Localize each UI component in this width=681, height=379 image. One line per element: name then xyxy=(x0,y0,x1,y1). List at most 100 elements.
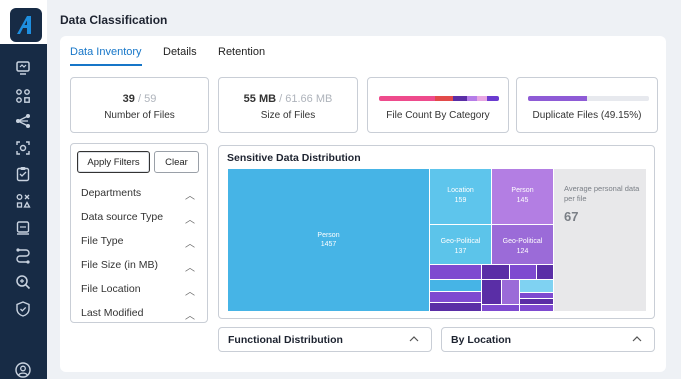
stat-card-duplicates[interactable]: Duplicate Files (49.15%) xyxy=(516,77,658,133)
category-bar-segment xyxy=(487,96,499,101)
filter-file-type[interactable]: File Type ︿ xyxy=(81,235,199,250)
treemap-cell-small[interactable] xyxy=(520,280,553,292)
duplicates-bar xyxy=(528,96,649,101)
chevron-up-icon: ︿ xyxy=(185,311,195,322)
treemap-cell-small[interactable] xyxy=(482,265,509,279)
filter-label: Departments xyxy=(81,187,142,199)
chevron-up-icon: ︿ xyxy=(185,263,195,274)
filter-label: Last Modified xyxy=(81,307,144,319)
dropdown-label: Functional Distribution xyxy=(228,334,343,346)
sidebar xyxy=(0,0,47,379)
treemap-cell-person[interactable]: Person 1457 xyxy=(228,169,429,311)
treemap-cell-geo-political[interactable]: Geo-Political 137 xyxy=(430,225,491,264)
cell-name: Person xyxy=(511,187,534,194)
cell-value: 159 xyxy=(454,197,467,204)
chevron-up-icon xyxy=(409,336,419,342)
treemap-cell-small[interactable] xyxy=(502,280,519,304)
filter-label: File Location xyxy=(81,283,141,295)
size-label: Size of Files xyxy=(260,110,316,121)
cell-value: 124 xyxy=(516,248,529,255)
page-title: Data Classification xyxy=(60,13,168,27)
clear-button[interactable]: Clear xyxy=(154,151,199,173)
functional-distribution-dropdown[interactable]: Functional Distribution xyxy=(218,327,432,352)
treemap-cell-small[interactable] xyxy=(430,265,481,279)
treemap-cell-small[interactable] xyxy=(537,265,553,279)
treemap-cell-small[interactable] xyxy=(482,305,519,311)
storage-icon[interactable] xyxy=(13,218,33,238)
cell-value: 137 xyxy=(454,248,467,255)
files-total: / 59 xyxy=(137,93,157,105)
cell-value: 1457 xyxy=(320,241,337,248)
treemap-cell-geo-political-2[interactable]: Geo-Political 124 xyxy=(492,225,553,264)
chevron-up-icon: ︿ xyxy=(185,215,195,226)
chevron-up-icon xyxy=(632,336,642,342)
classify-icon[interactable] xyxy=(13,191,33,211)
chevron-up-icon: ︿ xyxy=(185,287,195,298)
chevron-up-icon: ︿ xyxy=(185,191,195,202)
files-label: Number of Files xyxy=(104,110,175,121)
dropdown-label: By Location xyxy=(451,334,512,346)
tab-details[interactable]: Details xyxy=(163,46,197,58)
average-label: Average personal data per file xyxy=(564,184,640,203)
size-value: 55 MB xyxy=(243,93,277,105)
treemap-cell-small[interactable] xyxy=(520,293,553,298)
flow-icon[interactable] xyxy=(13,245,33,265)
cell-name: Person xyxy=(317,232,340,239)
tab-data-inventory[interactable]: Data Inventory xyxy=(70,46,142,58)
category-bar-segment xyxy=(379,96,401,101)
category-label: File Count By Category xyxy=(386,110,490,121)
shield-icon[interactable] xyxy=(13,299,33,319)
treemap-cell-person-2[interactable]: Person 145 xyxy=(492,169,553,224)
active-tab-indicator xyxy=(70,64,142,66)
search-icon[interactable] xyxy=(13,272,33,292)
category-bar-segment xyxy=(435,96,453,101)
cell-name: Geo-Political xyxy=(440,238,481,245)
treemap-cell-small[interactable] xyxy=(510,265,536,279)
logo-icon[interactable] xyxy=(10,8,42,42)
cell-name: Location xyxy=(447,187,474,194)
sensitive-data-title: Sensitive Data Distribution xyxy=(227,152,361,164)
category-bar-segment xyxy=(401,96,419,101)
treemap-cell-small[interactable] xyxy=(430,292,481,302)
duplicates-bar-track xyxy=(587,96,649,101)
filter-file-size[interactable]: File Size (in MB) ︿ xyxy=(81,259,199,274)
size-count: 55 MB / 61.66 MB xyxy=(219,93,357,105)
treemap-cell-small[interactable] xyxy=(482,280,501,304)
category-bar xyxy=(379,96,499,101)
stat-card-files[interactable]: 39 / 59 Number of Files xyxy=(70,77,209,133)
dashboard-icon[interactable] xyxy=(13,58,33,78)
stat-card-size[interactable]: 55 MB / 61.66 MB Size of Files xyxy=(218,77,358,133)
filter-panel: Apply Filters Clear Departments ︿ Data so… xyxy=(70,143,208,323)
user-icon[interactable] xyxy=(13,360,33,379)
by-location-dropdown[interactable]: By Location xyxy=(441,327,655,352)
apps-icon[interactable] xyxy=(13,86,33,106)
treemap-cell-small[interactable] xyxy=(430,303,481,311)
clipboard-icon[interactable] xyxy=(13,164,33,184)
cell-value: 145 xyxy=(516,197,529,204)
average-value: 67 xyxy=(564,209,579,224)
filter-file-location[interactable]: File Location ︿ xyxy=(81,283,199,298)
stat-card-category[interactable]: File Count By Category xyxy=(367,77,509,133)
chevron-up-icon: ︿ xyxy=(185,239,195,250)
treemap-cell-small[interactable] xyxy=(430,280,481,291)
files-value: 39 xyxy=(122,93,135,105)
treemap-cell-small[interactable] xyxy=(520,305,553,311)
treemap-cell-small[interactable] xyxy=(520,299,553,304)
filter-label: File Size (in MB) xyxy=(81,259,159,271)
category-bar-segment xyxy=(419,96,435,101)
duplicates-label: Duplicate Files (49.15%) xyxy=(532,110,642,121)
share-network-icon[interactable] xyxy=(13,111,33,131)
cell-name: Geo-Political xyxy=(502,238,543,245)
category-bar-segment xyxy=(453,96,467,101)
scan-icon[interactable] xyxy=(13,138,33,158)
duplicates-bar-fill xyxy=(528,96,587,101)
category-bar-segment xyxy=(467,96,477,101)
size-total: / 61.66 MB xyxy=(279,93,333,105)
apply-filters-button[interactable]: Apply Filters xyxy=(77,151,150,173)
filter-data-source-type[interactable]: Data source Type ︿ xyxy=(81,211,199,226)
treemap-cell-location[interactable]: Location 159 xyxy=(430,169,491,224)
filter-departments[interactable]: Departments ︿ xyxy=(81,187,199,202)
tab-retention[interactable]: Retention xyxy=(218,46,265,58)
filter-last-modified[interactable]: Last Modified ︿ xyxy=(81,307,199,322)
logo-area xyxy=(0,0,47,44)
